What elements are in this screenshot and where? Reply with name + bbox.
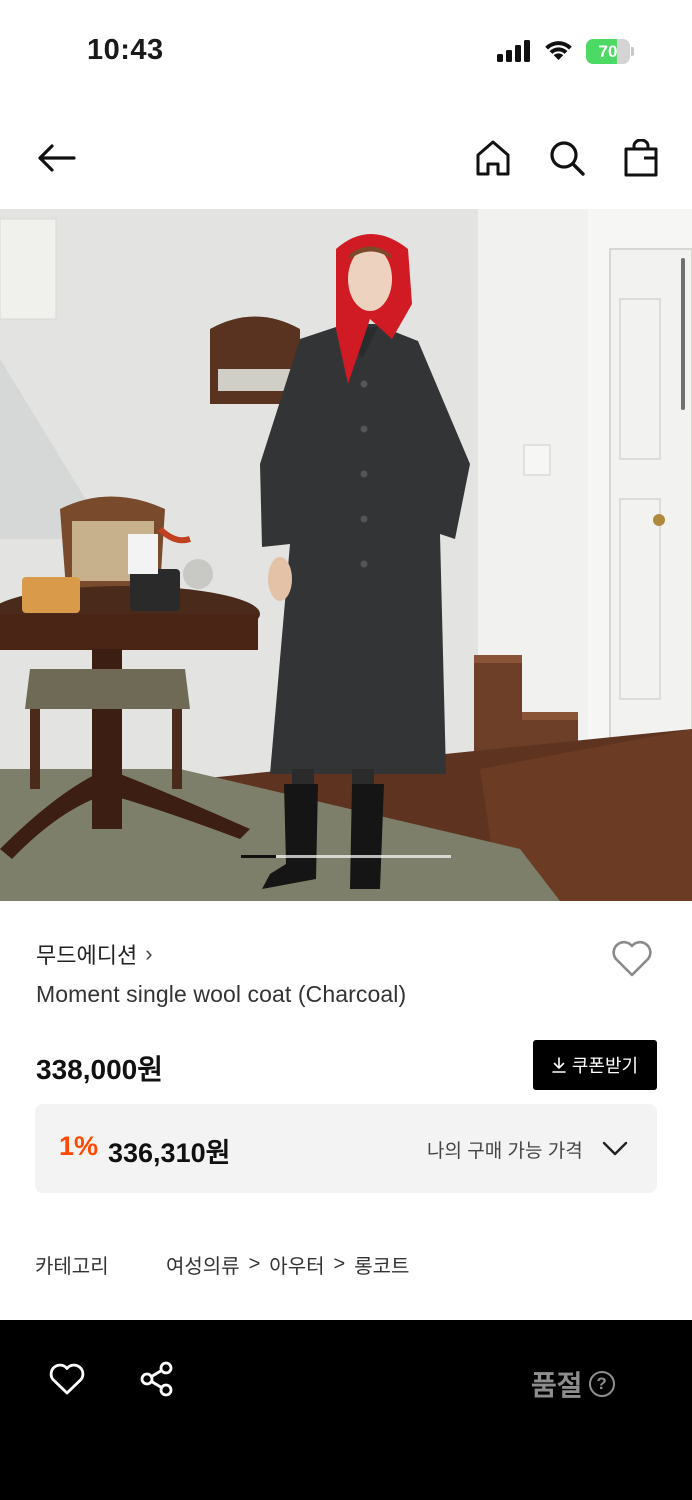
scroll-indicator: [681, 258, 685, 410]
category-breadcrumb: 여성의류 > 아우터 > 롱코트: [166, 1250, 409, 1279]
share-button[interactable]: [134, 1356, 180, 1402]
like-button[interactable]: [44, 1356, 90, 1402]
share-icon: [140, 1361, 173, 1397]
chevron-right-icon: ›: [145, 941, 153, 966]
search-button[interactable]: [539, 120, 595, 196]
status-bar: 10:43 70: [0, 0, 692, 100]
home-icon: [476, 140, 510, 176]
product-detail-page: 10:43 70 무드에디션 › Moment single wool coat…: [0, 0, 692, 1500]
chevron-right-icon: >: [248, 1253, 261, 1275]
shopping-bag-icon: [624, 139, 658, 177]
chevron-down-icon: [602, 1141, 628, 1156]
battery-indicator: 70: [586, 39, 634, 64]
soldout-status: 품절 ?: [531, 1364, 615, 1404]
search-icon: [550, 141, 585, 176]
category-level-1[interactable]: 여성의류: [166, 1250, 240, 1279]
wifi-icon: [545, 41, 572, 60]
category-label: 카테고리: [35, 1256, 109, 1278]
coupon-button[interactable]: 쿠폰받기: [533, 1040, 657, 1090]
category-row: 카테고리 여성의류 > 아우터 > 롱코트: [35, 1250, 409, 1279]
shopping-bag-button[interactable]: [613, 120, 669, 196]
cellular-signal-icon: [497, 40, 530, 62]
battery-percent: 70: [598, 42, 618, 61]
chevron-right-icon: >: [333, 1253, 346, 1275]
heart-outline-icon: [612, 940, 652, 977]
discount-rate: 1%: [59, 1131, 99, 1161]
wishlist-button[interactable]: [608, 934, 656, 982]
category-level-3[interactable]: 롱코트: [354, 1250, 409, 1279]
arrow-left-icon: [38, 144, 76, 172]
member-price-label: 나의 구매 가능 가격: [427, 1141, 583, 1162]
product-photo: [0, 209, 692, 901]
question-circle-icon[interactable]: ?: [588, 1371, 615, 1397]
brand-name: 무드에디션: [36, 943, 138, 968]
product-price: 338,000원: [36, 1054, 163, 1085]
download-icon: [552, 1057, 566, 1073]
bottom-action-bar: 품절 ?: [0, 1320, 692, 1500]
member-price: 336,310원: [108, 1138, 231, 1168]
back-button[interactable]: [28, 120, 84, 196]
top-nav: [0, 120, 692, 200]
brand-link[interactable]: 무드에디션 ›: [36, 938, 153, 970]
home-button[interactable]: [465, 120, 521, 196]
category-level-2[interactable]: 아우터: [269, 1250, 324, 1279]
soldout-label: 품절: [531, 1370, 583, 1401]
member-price-box[interactable]: 1% 336,310원 나의 구매 가능 가격: [35, 1104, 657, 1193]
coupon-label: 쿠폰받기: [571, 1056, 639, 1076]
status-time: 10:43: [87, 34, 164, 66]
product-image[interactable]: [0, 209, 692, 901]
carousel-progress-thumb: [241, 855, 276, 858]
product-name: Moment single wool coat (Charcoal): [36, 981, 407, 1007]
heart-outline-icon: [49, 1363, 85, 1395]
